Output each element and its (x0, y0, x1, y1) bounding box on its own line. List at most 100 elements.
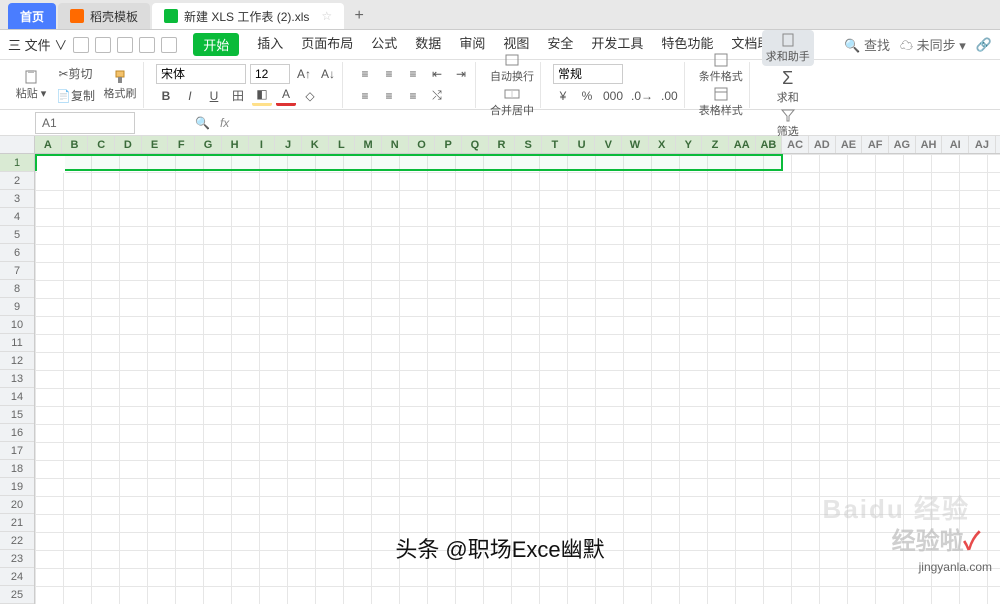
col-header-G[interactable]: G (195, 136, 222, 153)
decrease-font-button[interactable]: A↓ (318, 64, 338, 84)
share-icon[interactable]: 🔗 (976, 37, 992, 53)
font-size-select[interactable] (250, 64, 290, 84)
col-header-AD[interactable]: AD (809, 136, 836, 153)
align-center-button[interactable]: ≡ (379, 86, 399, 106)
fx-icon[interactable]: fx (220, 116, 229, 130)
qat-save-icon[interactable] (73, 37, 89, 53)
col-header-N[interactable]: N (382, 136, 409, 153)
row-header-23[interactable]: 23 (0, 550, 34, 568)
col-header-AC[interactable]: AC (782, 136, 809, 153)
inc-decimal-button[interactable]: .0→ (629, 86, 655, 106)
new-tab-button[interactable]: + (346, 3, 372, 29)
row-header-22[interactable]: 22 (0, 532, 34, 550)
row-header-6[interactable]: 6 (0, 244, 34, 262)
italic-button[interactable]: I (180, 86, 200, 106)
search-button[interactable]: 🔍 查找 (844, 35, 890, 54)
col-header-R[interactable]: R (489, 136, 516, 153)
bold-button[interactable]: B (156, 86, 176, 106)
col-header-AH[interactable]: AH (916, 136, 943, 153)
col-header-L[interactable]: L (329, 136, 356, 153)
ribbon-tab-formula[interactable]: 公式 (371, 33, 397, 56)
cond-format-button[interactable]: 条件格式 (697, 52, 745, 84)
row-header-24[interactable]: 24 (0, 568, 34, 586)
row-header-11[interactable]: 11 (0, 334, 34, 352)
col-header-P[interactable]: P (435, 136, 462, 153)
col-header-AF[interactable]: AF (862, 136, 889, 153)
number-format-select[interactable] (553, 64, 623, 84)
row-header-14[interactable]: 14 (0, 388, 34, 406)
col-header-J[interactable]: J (275, 136, 302, 153)
align-bottom-button[interactable]: ≡ (403, 64, 423, 84)
col-header-Z[interactable]: Z (702, 136, 729, 153)
row-header-8[interactable]: 8 (0, 280, 34, 298)
paste-button[interactable]: 粘贴 ▾ (12, 63, 50, 107)
col-header-V[interactable]: V (595, 136, 622, 153)
merge-center-button[interactable]: 合并居中 (488, 86, 536, 118)
active-cell[interactable] (37, 156, 65, 173)
underline-button[interactable]: U (204, 86, 224, 106)
row-header-2[interactable]: 2 (0, 172, 34, 190)
row-header-25[interactable]: 25 (0, 586, 34, 604)
col-header-W[interactable]: W (622, 136, 649, 153)
ribbon-tab-data[interactable]: 数据 (415, 33, 441, 56)
percent-button[interactable]: % (577, 86, 597, 106)
wrap-text-button[interactable]: 自动换行 (488, 52, 536, 84)
row-header-5[interactable]: 5 (0, 226, 34, 244)
row-header-1[interactable]: 1 (0, 154, 34, 172)
col-header-AI[interactable]: AI (942, 136, 969, 153)
indent-dec-button[interactable]: ⇤ (427, 64, 447, 84)
ribbon-tab-security[interactable]: 安全 (547, 33, 573, 56)
name-box[interactable]: A1 (35, 112, 135, 134)
row-header-9[interactable]: 9 (0, 298, 34, 316)
col-header-AE[interactable]: AE (836, 136, 863, 153)
align-right-button[interactable]: ≡ (403, 86, 423, 106)
border-button[interactable]: 田 (228, 86, 248, 106)
row-header-12[interactable]: 12 (0, 352, 34, 370)
cut-button[interactable]: ✂ 剪切 (54, 64, 97, 84)
row-header-16[interactable]: 16 (0, 424, 34, 442)
col-header-E[interactable]: E (142, 136, 169, 153)
row-header-13[interactable]: 13 (0, 370, 34, 388)
col-header-D[interactable]: D (115, 136, 142, 153)
findrep-button[interactable]: 求和助手 (762, 30, 814, 66)
filter-button[interactable]: 筛选 (762, 107, 814, 139)
select-all-corner[interactable] (0, 136, 35, 153)
tab-templates[interactable]: 稻壳模板 (58, 3, 150, 29)
row-header-3[interactable]: 3 (0, 190, 34, 208)
align-middle-button[interactable]: ≡ (379, 64, 399, 84)
col-header-B[interactable]: B (62, 136, 89, 153)
col-header-M[interactable]: M (355, 136, 382, 153)
row-header-21[interactable]: 21 (0, 514, 34, 532)
qat-undo-icon[interactable] (139, 37, 155, 53)
tab-favorite-icon[interactable]: ☆ (321, 9, 332, 23)
col-header-U[interactable]: U (569, 136, 596, 153)
dec-decimal-button[interactable]: .00 (659, 86, 680, 106)
font-color-button[interactable]: A (276, 86, 296, 106)
col-header-X[interactable]: X (649, 136, 676, 153)
row-header-4[interactable]: 4 (0, 208, 34, 226)
col-header-AG[interactable]: AG (889, 136, 916, 153)
ribbon-tab-insert[interactable]: 插入 (257, 33, 283, 56)
col-header-Q[interactable]: Q (462, 136, 489, 153)
qat-print-icon[interactable] (95, 37, 111, 53)
orientation-button[interactable]: ⤭ (427, 86, 447, 106)
col-header-T[interactable]: T (542, 136, 569, 153)
row-header-19[interactable]: 19 (0, 478, 34, 496)
row-header-18[interactable]: 18 (0, 460, 34, 478)
row-header-15[interactable]: 15 (0, 406, 34, 424)
align-left-button[interactable]: ≡ (355, 86, 375, 106)
fill-color-button[interactable]: ◧ (252, 86, 272, 106)
file-menu[interactable]: 三 文件 ∨ (8, 35, 67, 54)
col-header-C[interactable]: C (88, 136, 115, 153)
col-header-O[interactable]: O (409, 136, 436, 153)
format-painter-button[interactable]: 格式刷 (101, 63, 139, 107)
clear-format-button[interactable]: ◇ (300, 86, 320, 106)
col-header-AB[interactable]: AB (756, 136, 783, 153)
increase-font-button[interactable]: A↑ (294, 64, 314, 84)
copy-button[interactable]: 📄 复制 (54, 86, 97, 106)
indent-inc-button[interactable]: ⇥ (451, 64, 471, 84)
font-name-select[interactable] (156, 64, 246, 84)
row-header-20[interactable]: 20 (0, 496, 34, 514)
tab-workbook[interactable]: 新建 XLS 工作表 (2).xls ☆ (152, 3, 344, 29)
col-header-I[interactable]: I (249, 136, 276, 153)
